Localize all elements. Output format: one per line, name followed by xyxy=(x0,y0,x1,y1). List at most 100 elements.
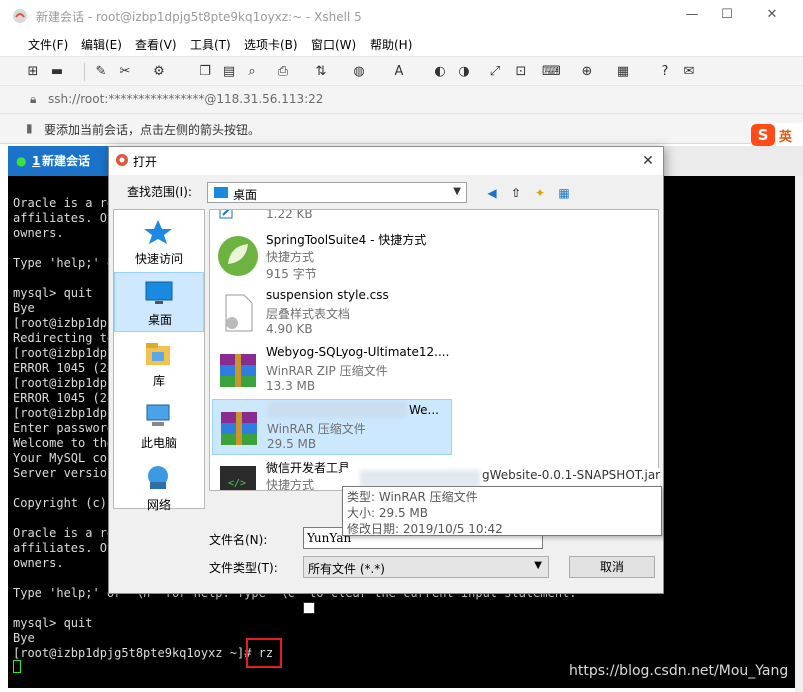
terminal-line: mysql> quit xyxy=(13,286,92,301)
star-icon xyxy=(142,218,174,246)
xshell-icon[interactable]: ◑ xyxy=(455,63,473,81)
tab-label: 新建会话 xyxy=(42,146,90,176)
file-type: 快捷方式 xyxy=(266,248,314,265)
menu-bar: 文件(F) 编辑(E) 查看(V) 工具(T) 选项卡(B) 窗口(W) 帮助(… xyxy=(0,32,803,56)
layout-icon[interactable]: ▦ xyxy=(614,63,632,81)
file-type: WinRAR 压缩文件 xyxy=(267,420,366,437)
tab-session-1[interactable]: ● 1 新建会话 xyxy=(8,146,108,176)
lock-icon[interactable]: ⊡ xyxy=(512,63,530,81)
file-list[interactable]: 1.22 KB SpringToolSuite4 - 快捷方式 快捷方式 915… xyxy=(209,209,659,491)
menu-tools[interactable]: 工具(T) xyxy=(190,36,231,53)
tab-number: 1 xyxy=(32,146,40,176)
css-file-icon xyxy=(216,291,260,335)
properties-icon[interactable]: ⚙ xyxy=(150,63,168,81)
file-item[interactable]: Webyog-SQLyog-Ultimate12.... WinRAR ZIP … xyxy=(212,342,452,398)
ime-indicator[interactable]: S 英 xyxy=(751,123,803,147)
bookmark-icon: ▮ xyxy=(26,121,33,135)
globe-icon[interactable]: ◍ xyxy=(350,63,368,81)
terminal-line: owners. xyxy=(13,226,64,241)
chevron-down-icon: ▼ xyxy=(453,186,461,197)
add-tab-icon[interactable]: ⊕ xyxy=(578,63,596,81)
terminal-line: ERROR 1045 (28 xyxy=(13,361,114,376)
terminal-line: Type 'help;' o xyxy=(13,256,114,271)
ascii-checkbox[interactable]: 发送文件到ASCII xyxy=(303,599,410,616)
tooltip-type: 类型: WinRAR 压缩文件 xyxy=(347,488,478,505)
paste-icon[interactable]: ▤ xyxy=(220,63,238,81)
cancel-button[interactable]: 取消 xyxy=(569,556,655,578)
keyboard-icon[interactable]: ⌨ xyxy=(542,63,560,81)
file-size: 13.3 MB xyxy=(266,379,315,393)
lookin-dropdown[interactable]: 桌面 ▼ xyxy=(207,182,467,203)
place-quick-access[interactable]: 快速访问 xyxy=(114,212,204,272)
redacted-filename xyxy=(267,402,407,418)
terminal-cursor xyxy=(13,660,21,673)
help-icon[interactable]: ? xyxy=(656,63,674,81)
winrar-icon xyxy=(217,406,261,450)
back-icon[interactable]: ◀ xyxy=(483,184,501,202)
file-item-selected[interactable]: We... WinRAR 压缩文件 29.5 MB xyxy=(212,399,452,455)
connect-icon[interactable]: ✎ xyxy=(92,63,110,81)
file-name: SpringToolSuite4 - 快捷方式 xyxy=(266,231,451,248)
place-desktop[interactable]: 桌面 xyxy=(114,272,204,332)
file-name: suspension style.css xyxy=(266,288,451,302)
filetype-dropdown[interactable]: 所有文件 (*.*) ▼ xyxy=(303,556,549,578)
dialog-close-button[interactable]: ✕ xyxy=(637,151,659,171)
terminal-line: [root@izbp1dpj xyxy=(13,316,114,331)
desktop-icon xyxy=(143,279,175,307)
print-icon[interactable]: ⎙ xyxy=(274,63,292,81)
font-icon[interactable]: A xyxy=(390,63,408,81)
lookin-label: 查找范围(I): xyxy=(127,183,192,200)
tooltip-date: 修改日期: 2019/10/5 10:42 xyxy=(347,520,503,537)
maximize-button[interactable]: ☐ xyxy=(715,4,739,26)
terminal-line: Bye xyxy=(13,301,35,316)
checkbox-box[interactable] xyxy=(303,602,315,614)
up-folder-icon[interactable]: ⇧ xyxy=(507,184,525,202)
menu-view[interactable]: 查看(V) xyxy=(135,36,177,53)
toolbar-separator xyxy=(84,63,85,81)
rz-command-highlight xyxy=(246,638,282,668)
shortcut-icon xyxy=(216,209,260,220)
file-type: 层叠样式表文档 xyxy=(266,305,350,322)
places-bar: 快速访问 桌面 库 此电脑 网络 xyxy=(113,209,205,509)
xftp-icon[interactable]: ◐ xyxy=(431,63,449,81)
menu-tabs[interactable]: 选项卡(B) xyxy=(244,36,298,53)
menu-window[interactable]: 窗口(W) xyxy=(311,36,356,53)
transfer-icon[interactable]: ⇅ xyxy=(312,63,330,81)
close-button[interactable]: ✕ xyxy=(760,4,784,26)
terminal-line: Oracle is a re xyxy=(13,526,114,541)
fullscreen-icon[interactable]: ⤢ xyxy=(486,63,504,81)
place-library[interactable]: 库 xyxy=(114,334,204,394)
file-item[interactable]: 1.22 KB xyxy=(212,209,452,226)
file-item[interactable]: SpringToolSuite4 - 快捷方式 快捷方式 915 字节 xyxy=(212,228,452,284)
menu-help[interactable]: 帮助(H) xyxy=(370,36,412,53)
file-item[interactable]: suspension style.css 层叠样式表文档 4.90 KB xyxy=(212,285,452,341)
session-address[interactable]: ssh://root:****************@118.31.56.11… xyxy=(48,92,323,106)
new-session-icon[interactable]: ⊞ xyxy=(24,63,42,81)
copy-icon[interactable]: ❐ xyxy=(196,63,214,81)
place-network[interactable]: 网络 xyxy=(114,458,204,518)
file-size: 4.90 KB xyxy=(266,322,313,336)
minimize-button[interactable]: — xyxy=(680,4,704,26)
terminal-line: owners. xyxy=(13,556,64,571)
find-icon[interactable]: ⌕ xyxy=(243,63,261,81)
menu-file[interactable]: 文件(F) xyxy=(28,36,68,53)
new-folder-icon[interactable]: ✦ xyxy=(531,184,549,202)
terminal-line: Oracle is a re xyxy=(13,196,114,211)
terminal-scrollbar[interactable] xyxy=(795,176,803,692)
chat-icon[interactable]: ✉ xyxy=(680,63,698,81)
menu-edit[interactable]: 编辑(E) xyxy=(81,36,122,53)
view-menu-icon[interactable]: ▦ xyxy=(555,184,573,202)
terminal-line: affiliates. Ot xyxy=(13,541,114,556)
disconnect-icon[interactable]: ✂ xyxy=(116,63,134,81)
address-bar: 🔒︎ ssh://root:****************@118.31.56… xyxy=(0,86,803,114)
place-this-pc[interactable]: 此电脑 xyxy=(114,396,204,456)
spring-icon xyxy=(216,234,260,278)
network-icon xyxy=(142,464,174,492)
title-bar: 新建会话 - root@izbp1dpjg5t8pte9kq1oyxz:~ - … xyxy=(0,0,803,32)
library-icon xyxy=(142,340,174,368)
open-folder-icon[interactable]: ▬ xyxy=(48,63,66,81)
redacted-tooltip-name xyxy=(360,470,480,486)
terminal-line: Redirecting to xyxy=(13,331,114,346)
chevron-down-icon: ▼ xyxy=(534,560,542,571)
info-text: 要添加当前会话，点击左侧的箭头按钮。 xyxy=(44,121,260,138)
